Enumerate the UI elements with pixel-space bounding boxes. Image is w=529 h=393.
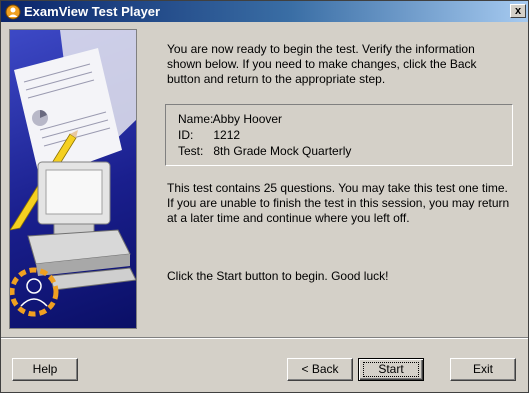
window-title: ExamView Test Player xyxy=(24,4,161,19)
id-row: ID: 1212 xyxy=(178,128,240,142)
name-row: Name: Abby Hoover xyxy=(178,112,282,126)
test-paper-computer-illustration xyxy=(9,29,137,329)
examview-window: ExamView Test Player x You are now ready… xyxy=(0,0,529,393)
name-label: Name: xyxy=(178,112,214,126)
test-details-text: This test contains 25 questions. You may… xyxy=(167,181,510,225)
close-button[interactable]: x xyxy=(510,4,526,18)
help-button[interactable]: Help xyxy=(12,358,78,381)
start-button-label: Start xyxy=(378,362,404,376)
student-info-box: Name: Abby Hoover ID: 1212 Test: 8th Gra… xyxy=(165,104,513,166)
id-label: ID: xyxy=(178,128,194,142)
help-button-label: Help xyxy=(32,362,58,376)
close-icon: x xyxy=(514,5,522,17)
examview-app-icon xyxy=(5,4,21,20)
id-value: 1212 xyxy=(213,128,241,142)
test-label: Test: xyxy=(178,144,204,158)
intro-text: You are now ready to begin the test. Ver… xyxy=(167,42,477,86)
footer-divider-highlight xyxy=(1,338,528,339)
exit-button[interactable]: Exit xyxy=(450,358,516,381)
start-button[interactable]: Start xyxy=(358,358,424,381)
start-instruction-text: Click the Start button to begin. Good lu… xyxy=(167,269,389,283)
back-button[interactable]: < Back xyxy=(287,358,353,381)
back-button-label: < Back xyxy=(301,362,339,376)
title-bar[interactable]: ExamView Test Player x xyxy=(1,1,528,22)
test-row: Test: 8th Grade Mock Quarterly xyxy=(178,144,351,158)
illustration-graphic xyxy=(10,30,136,317)
test-value: 8th Grade Mock Quarterly xyxy=(213,144,352,158)
name-value: Abby Hoover xyxy=(212,112,283,126)
exit-button-label: Exit xyxy=(472,362,493,376)
